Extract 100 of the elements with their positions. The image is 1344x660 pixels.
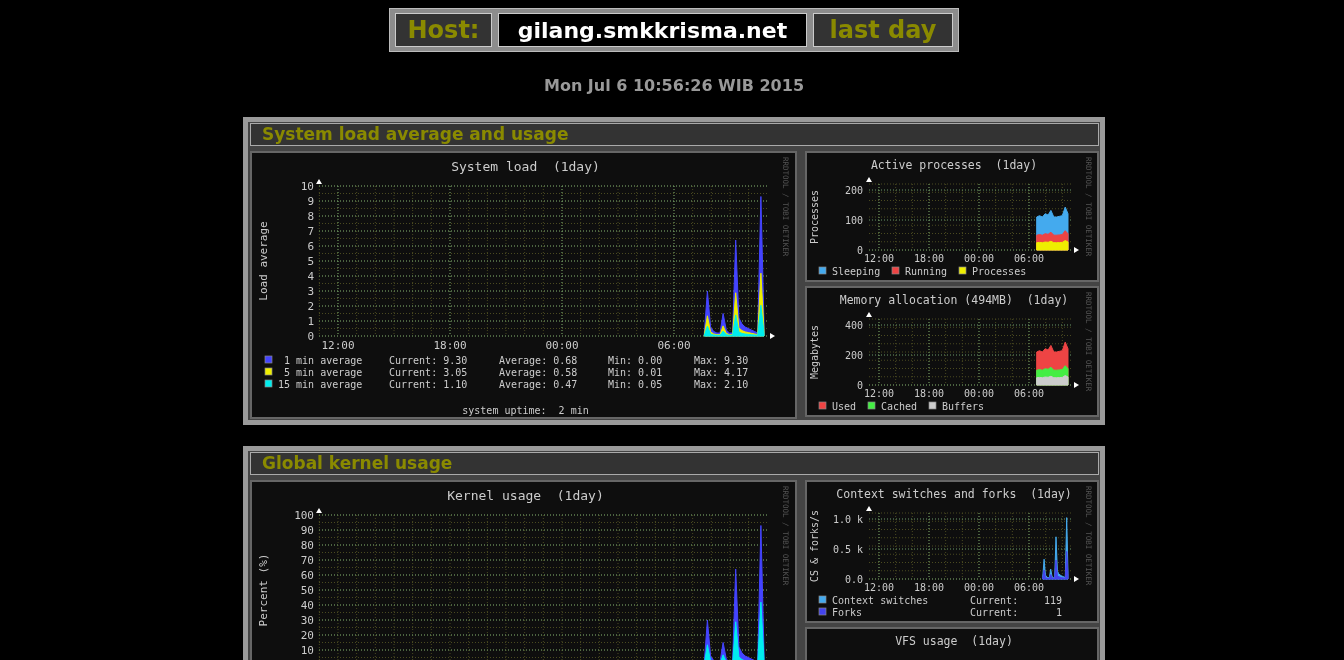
legend-stat: Min: 0.01 [608, 367, 663, 378]
plot-drawing [1042, 517, 1069, 580]
tick-label: 10 [300, 180, 314, 193]
tick-label: 7 [307, 225, 314, 238]
tick-label: 0 [307, 330, 314, 343]
tick-label: 06:00 [1013, 253, 1045, 264]
tick-label: 0 [856, 380, 863, 391]
tick-label: 60 [300, 569, 314, 582]
legend-stat: 119 [1043, 595, 1062, 606]
tick-label: 20 [300, 629, 314, 642]
legend-label: Cached [881, 401, 918, 412]
arrow-icon [770, 333, 775, 339]
legend-label: 5 min average [284, 367, 363, 378]
section-title: System load average and usage [250, 123, 1099, 146]
tick-label: 12:00 [863, 388, 895, 399]
tick-label: 12:00 [321, 339, 355, 352]
axis-label: Percent (%) [257, 553, 270, 627]
graph-title: VFS usage (1day) [895, 634, 1013, 648]
tick-label: 06:00 [1013, 388, 1045, 399]
tick-label: 18:00 [433, 339, 467, 352]
tick-label: 400 [844, 320, 863, 331]
tick-label: 80 [300, 539, 314, 552]
graph-title: Context switches and forks (1day) [836, 487, 1072, 501]
period-label: last day [813, 13, 953, 47]
arrow-icon [866, 177, 872, 182]
legend-stat: Current: 3.05 [389, 367, 468, 378]
tick-label: 2 [307, 300, 314, 313]
plot-drawing [1036, 206, 1069, 251]
tick-label: 8 [307, 210, 314, 223]
arrow-icon [1074, 382, 1079, 388]
legend-label: Context switches [832, 595, 929, 606]
graph-title: Active processes (1day) [870, 158, 1038, 172]
tick-label: 12:00 [863, 253, 895, 264]
footer-text: system uptime: 2 min [462, 405, 589, 416]
legend-stat: Average: 0.68 [499, 355, 578, 366]
tick-label: 18:00 [913, 388, 945, 399]
arrow-icon [316, 508, 322, 513]
graph-title: Memory allocation (494MB) (1day) [839, 293, 1069, 307]
legend-stat: Current: [970, 595, 1019, 606]
tick-label: 70 [300, 554, 314, 567]
legend-stat: Current: 9.30 [389, 355, 468, 366]
legend-label: Sleeping [832, 266, 881, 277]
tick-label: 06:00 [1013, 582, 1045, 593]
tick-label: 40 [300, 599, 314, 612]
arrow-icon [1074, 576, 1079, 582]
legend-label: Processes [972, 266, 1027, 277]
tick-label: 3 [307, 285, 314, 298]
plot-drawing [1036, 341, 1069, 386]
tick-label: 12:00 [863, 582, 895, 593]
legend-stat: Max: 4.17 [694, 367, 749, 378]
arrow-icon [316, 179, 322, 184]
legend-label: Used [832, 401, 857, 412]
tick-label: 200 [844, 185, 863, 196]
graph-title: Kernel usage (1day) [447, 488, 604, 503]
tick-label: 18:00 [913, 253, 945, 264]
host-label: Host: [395, 13, 492, 47]
legend-label: Forks [832, 607, 863, 618]
axis-label: CS & forks/s [809, 509, 820, 583]
tick-label: 0.0 [844, 574, 863, 585]
tick-label: 6 [307, 240, 314, 253]
legend-stat: Average: 0.47 [499, 379, 578, 390]
legend-stat: Max: 2.10 [694, 379, 749, 390]
tick-label: 00:00 [963, 582, 995, 593]
date-text: Mon Jul 6 10:56:26 WIB 2015 [542, 76, 805, 96]
tick-label: 4 [307, 270, 314, 283]
tick-label: 00:00 [963, 253, 995, 264]
tick-label: 0.5 k [832, 544, 863, 555]
tick-label: 00:00 [963, 388, 995, 399]
arrow-icon [866, 312, 872, 317]
tick-label: 06:00 [657, 339, 691, 352]
legend-stat: Min: 0.00 [608, 355, 663, 366]
tick-label: 1 [307, 315, 314, 328]
legend-label: Running [905, 266, 948, 277]
tick-label: 5 [307, 255, 314, 268]
arrow-icon [866, 506, 872, 511]
tick-label: 1.0 k [832, 514, 863, 525]
axis-label: Megabytes [809, 324, 820, 380]
tick-label: 0 [856, 245, 863, 256]
graph-title: System load (1day) [451, 159, 600, 174]
tick-label: 200 [844, 350, 863, 361]
tick-label: 10 [300, 644, 314, 657]
legend-stat: Average: 0.58 [499, 367, 578, 378]
tick-label: 50 [300, 584, 314, 597]
tick-label: 90 [300, 524, 314, 537]
arrow-icon [1074, 247, 1079, 253]
tick-label: 100 [294, 509, 314, 522]
section-title: Global kernel usage [250, 452, 1099, 475]
legend-label: 15 min average [278, 379, 363, 390]
legend-stat: Current: 1.10 [389, 379, 468, 390]
tick-label: 00:00 [545, 339, 579, 352]
tick-label: 100 [844, 215, 863, 226]
axis-label: Load average [257, 221, 270, 301]
legend-stat: 1 [1055, 607, 1062, 618]
host-name: gilang.smkkrisma.net [498, 13, 807, 47]
legend-label: 1 min average [284, 355, 363, 366]
tick-label: 30 [300, 614, 314, 627]
tick-label: 18:00 [913, 582, 945, 593]
legend-label: Buffers [942, 401, 985, 412]
legend-stat: Current: [970, 607, 1019, 618]
legend-stat: Max: 9.30 [694, 355, 749, 366]
